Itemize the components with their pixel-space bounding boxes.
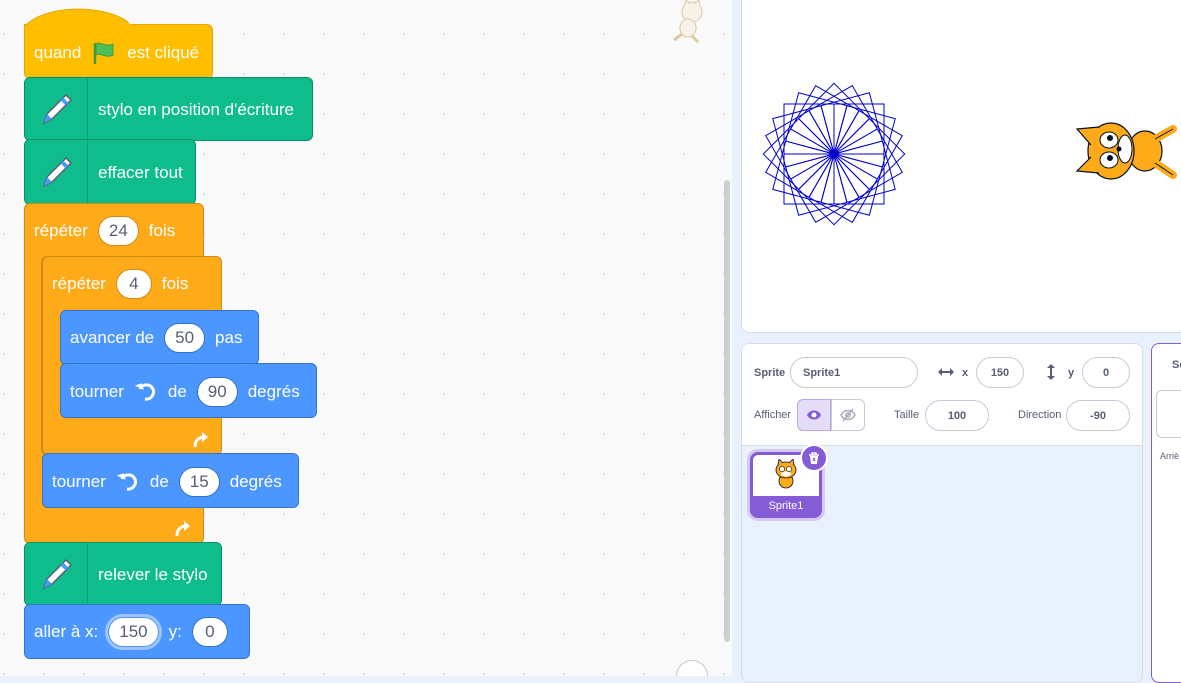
x-input[interactable]: 150 [108, 617, 159, 647]
delete-sprite-button[interactable] [800, 444, 828, 472]
pen-up-label: relever le stylo [98, 565, 208, 584]
cat-sprite[interactable] [1075, 122, 1177, 180]
size-label: Taille [894, 409, 920, 421]
pen-icon [42, 93, 73, 125]
hide-sprite-button[interactable] [831, 399, 865, 431]
pen-up-block[interactable]: relever le stylo [24, 542, 222, 606]
hat-label-end: est cliqué [127, 43, 200, 62]
clear-block[interactable]: effacer tout [24, 139, 196, 205]
pen-icon [42, 558, 73, 590]
repeat-label-end: fois [148, 221, 176, 240]
rotate-left-icon [116, 473, 137, 491]
degrees-input[interactable]: 90 [196, 377, 238, 407]
zoom-in-button[interactable] [676, 660, 708, 676]
goto-label-y: y: [168, 622, 182, 641]
sprite-info-panel: Sprite Sprite1 x 150 y 0 Afficher Taille… [742, 344, 1142, 446]
sprite-name-label: Sprite [754, 367, 786, 379]
turn-label-end: degrés [247, 382, 300, 401]
move-steps-block[interactable]: avancer de 50 pas [60, 310, 259, 365]
stage-thumbnail[interactable] [1156, 390, 1181, 438]
backdrops-label: Arriè [1160, 451, 1180, 461]
go-to-xy-block[interactable]: aller à x: 150 y: 0 [24, 604, 250, 659]
direction-label: Direction [1018, 409, 1062, 421]
move-label-end: pas [215, 328, 243, 347]
turn-label-start: tourner [70, 382, 124, 401]
goto-label-start: aller à x: [34, 622, 99, 641]
y-label: y [1068, 367, 1075, 379]
horizontal-arrows-icon [938, 368, 954, 376]
size-input[interactable]: 100 [925, 400, 989, 431]
hat-cap [24, 8, 134, 28]
x-position-input[interactable]: 150 [976, 357, 1024, 388]
loop-arrow-icon [193, 432, 208, 448]
pen-icon [42, 156, 73, 188]
clear-label: effacer tout [98, 163, 183, 182]
sprite-name-input[interactable]: Sprite1 [790, 357, 918, 388]
move-label-start: avancer de [70, 328, 155, 347]
direction-input[interactable]: -90 [1066, 400, 1130, 431]
pen-extension-icon-box [25, 543, 88, 605]
code-scrollbar[interactable] [724, 180, 730, 642]
green-flag-icon [94, 42, 114, 64]
stage[interactable] [741, 0, 1181, 333]
pen-extension-icon-box [25, 78, 88, 140]
visibility-toggle [797, 399, 865, 431]
degrees-input[interactable]: 15 [178, 467, 220, 497]
turn-left-block[interactable]: tourner de 90 degrés [60, 363, 317, 418]
show-label: Afficher [754, 409, 792, 421]
x-label: x [962, 367, 969, 379]
y-position-input[interactable]: 0 [1082, 357, 1130, 388]
pen-down-label: stylo en position d'écriture [98, 100, 295, 119]
pen-down-block[interactable]: stylo en position d'écriture [24, 77, 313, 141]
rotate-left-icon [134, 383, 155, 401]
loop-arrow-icon [175, 521, 190, 537]
pen-extension-icon-box [25, 140, 88, 204]
hat-label-start: quand [34, 43, 82, 62]
turn-label-mid: de [167, 382, 187, 401]
repeat-count-input[interactable]: 4 [115, 269, 152, 299]
sprite-corner-icon [673, 0, 703, 44]
turn-label-end: degrés [229, 472, 282, 491]
sprite-pane: Sprite Sprite1 x 150 y 0 Afficher Taille… [741, 343, 1143, 683]
repeat-label-end: fois [161, 274, 189, 293]
stage-selector-pane[interactable]: Sc Arriè [1151, 343, 1181, 683]
eye-slash-icon [840, 408, 856, 422]
cat-thumbnail-icon [775, 459, 797, 489]
eye-icon [807, 410, 821, 420]
y-input[interactable]: 0 [191, 617, 228, 647]
show-sprite-button[interactable] [797, 399, 831, 431]
trash-icon [809, 451, 819, 464]
turn-left-block[interactable]: tourner de 15 degrés [42, 453, 299, 508]
vertical-arrows-icon [1047, 364, 1055, 380]
code-area[interactable]: quand est cliqué stylo en position d'écr… [0, 0, 732, 676]
repeat-label-start: répéter [52, 274, 106, 293]
when-flag-clicked-block[interactable]: quand est cliqué [24, 8, 213, 79]
turn-label-start: tourner [52, 472, 106, 491]
turn-label-mid: de [149, 472, 169, 491]
repeat-label-start: répéter [34, 221, 88, 240]
sprite-thumbnail-label: Sprite1 [753, 496, 819, 515]
pen-drawing [762, 82, 906, 226]
stage-tab-label: Sc [1172, 359, 1181, 371]
repeat-count-input[interactable]: 24 [97, 216, 139, 246]
steps-input[interactable]: 50 [164, 323, 206, 353]
stage-canvas [762, 82, 1177, 226]
